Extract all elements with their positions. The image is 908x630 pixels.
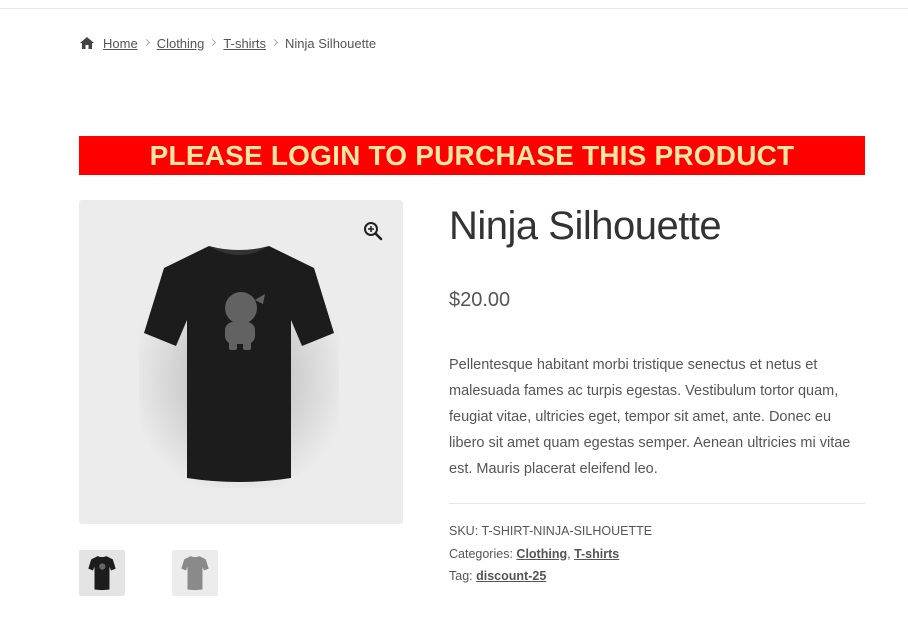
breadcrumb-separator [272,40,278,46]
sku-value: T-SHIRT-NINJA-SILHOUETTE [481,524,653,538]
product-description: Pellentesque habitant morbi tristique se… [449,357,851,477]
thumbnail-front[interactable] [79,550,125,596]
category-link-tshirts[interactable]: T-shirts [574,547,619,561]
shirt-thumbnail-image [88,556,116,591]
breadcrumb-clothing-link[interactable]: Clothing [157,36,205,51]
breadcrumb-home-link[interactable]: Home [103,36,138,51]
breadcrumb: Home Clothing T-shirts Ninja Silhouette [79,34,376,52]
product-image[interactable] [139,238,339,488]
category-link-clothing[interactable]: Clothing [516,547,567,561]
sku-label: SKU: [449,524,479,538]
categories-row: Categories: Clothing, T-shirts [449,546,620,561]
product-meta: SKU: T-SHIRT-NINJA-SILHOUETTE Categories… [449,520,652,588]
breadcrumb-current: Ninja Silhouette [285,35,377,51]
categories-label: Categories: [449,546,513,561]
header-divider [0,8,908,9]
summary-divider [449,503,865,504]
tag-row: Tag: discount-25 [449,565,652,588]
breadcrumb-separator [210,40,216,46]
breadcrumb-tshirts-link[interactable]: T-shirts [223,36,266,51]
sku-row: SKU: T-SHIRT-NINJA-SILHOUETTE [449,520,652,543]
product-price: $20.00 [449,289,511,311]
login-banner-text: PLEASE LOGIN TO PURCHASE THIS PRODUCT [149,139,795,171]
home-icon [80,37,94,49]
product-gallery[interactable] [79,200,403,524]
tag-link[interactable]: discount-25 [476,569,546,583]
breadcrumb-separator [144,40,150,46]
shirt-thumbnail-image [181,556,209,591]
thumbnail-back[interactable] [172,550,218,596]
zoom-in-icon[interactable] [362,220,384,242]
tag-label: Tag: [449,569,473,583]
product-summary: Ninja Silhouette $20.00 Pellentesque hab… [449,200,865,583]
product-title: Ninja Silhouette [449,204,722,248]
login-required-banner: PLEASE LOGIN TO PURCHASE THIS PRODUCT [79,136,865,175]
gallery-thumbnails [79,550,265,596]
